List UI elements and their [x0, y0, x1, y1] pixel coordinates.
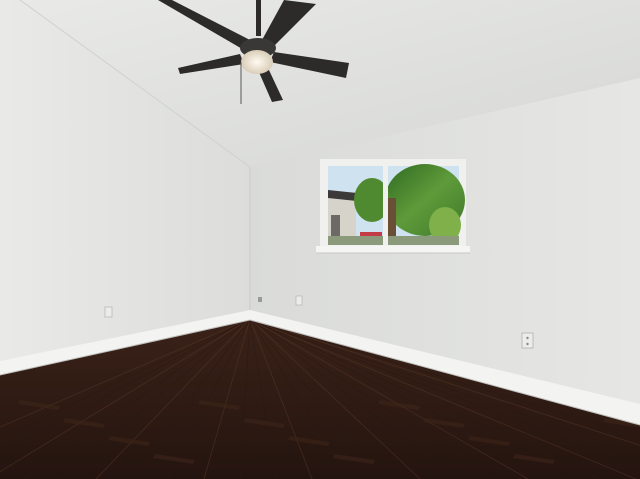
fan-downrod — [256, 0, 261, 36]
room-scene — [0, 0, 640, 479]
window-mullion — [383, 166, 388, 245]
window-sill — [316, 246, 470, 253]
fan-light — [241, 50, 273, 74]
yard-ground — [328, 236, 459, 245]
window-icon — [316, 159, 470, 254]
